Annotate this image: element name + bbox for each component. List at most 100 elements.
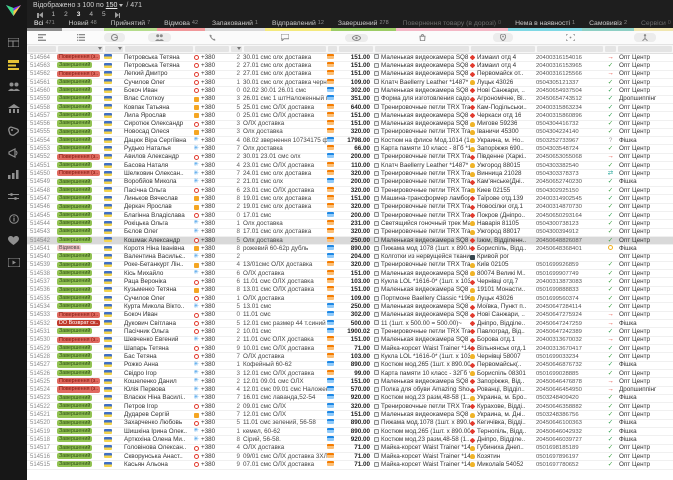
filter-qty-select[interactable]: [231, 46, 242, 52]
ttn-barcode-icon[interactable]: [536, 31, 604, 44]
source-icon: [194, 420, 199, 426]
source-icon: [194, 246, 199, 252]
status-tab[interactable]: Відмова 42: [157, 19, 206, 31]
tab-label: Повернення товару (в дорозі): [402, 20, 497, 27]
filter-check-select[interactable]: [605, 46, 616, 52]
payment-method-icon: [327, 244, 334, 250]
customers-icon[interactable]: [7, 80, 21, 93]
info-icon[interactable]: [7, 212, 21, 225]
status-tab[interactable]: Повернення товару (в дорозі) 0: [395, 19, 509, 31]
warehouse-icon[interactable]: [7, 102, 21, 115]
counter-value: 2: [236, 70, 240, 78]
page-size-dropdown[interactable]: 150: [106, 0, 118, 11]
app-logo-icon[interactable]: [5, 3, 22, 18]
product-icon: [374, 278, 379, 284]
status-badge: DO Возврат ск..: [57, 319, 101, 327]
status-tab[interactable]: Самовивіз 2: [582, 19, 634, 31]
dashboard-icon[interactable]: [7, 36, 21, 49]
customer-name: Новосад Олеся: [124, 128, 170, 136]
page-number-button[interactable]: 1: [52, 11, 56, 19]
filter-city-input[interactable]: [471, 46, 535, 52]
manager-route-icon[interactable]: [617, 31, 673, 44]
customer-name: Головінова Олексан..: [124, 444, 187, 452]
tab-count: 1: [254, 20, 258, 26]
status-tab[interactable]: Відправлений 12: [264, 19, 331, 31]
video-help-icon[interactable]: [7, 256, 21, 269]
filter-price-input[interactable]: [339, 46, 373, 52]
page-number-button[interactable]: 2: [64, 11, 68, 19]
filter-comment-input[interactable]: [244, 46, 326, 52]
carrier-icon: [470, 428, 476, 435]
comment-text: 30.01 23.01 смс олх: [243, 153, 301, 161]
payment-method-icon: [327, 394, 334, 400]
status-tab[interactable]: Прийнятий 7: [103, 19, 158, 31]
delivery-pin-icon[interactable]: [470, 31, 536, 44]
check-column: [604, 31, 617, 44]
page-number-button[interactable]: 3: [77, 11, 81, 19]
status-badge: Повернення (з..: [57, 336, 101, 343]
order-total: 109.00: [350, 78, 370, 86]
ukraine-flag-icon: [104, 145, 112, 151]
carrier-icon: [470, 320, 476, 327]
customers-icon[interactable]: [124, 31, 194, 44]
status-tab[interactable]: Всі 471: [27, 19, 62, 31]
status-tab[interactable]: Завершений 278: [330, 19, 396, 31]
marketing-icon[interactable]: [7, 146, 21, 159]
status-tab[interactable]: Запакований 1: [205, 19, 265, 31]
filter-pay-select[interactable]: [328, 46, 337, 52]
filter-country-select[interactable]: [105, 46, 123, 52]
source-globe-icon[interactable]: [103, 31, 125, 44]
product-name: Маленькая видеокамера SQ8 *..: [381, 86, 470, 94]
phone-icon[interactable]: [194, 31, 230, 44]
status-tab[interactable]: Новий 48: [61, 19, 104, 31]
orders-list-icon[interactable]: [27, 31, 57, 44]
filter-manager-select[interactable]: [618, 46, 672, 52]
ttn-number: 20450654743512: [536, 96, 582, 103]
orders-icon[interactable]: [7, 58, 21, 71]
last-page-button[interactable]: [114, 12, 121, 18]
product-name: Майка-корсет Waist Trainer *142..: [381, 452, 470, 460]
sales-icon[interactable]: [7, 124, 21, 137]
status-badge: Завершений: [57, 186, 93, 194]
product-name: Карта памяти 10 класс - 8Гб *12..: [381, 145, 470, 153]
order-total: 200.00: [350, 153, 370, 161]
order-id: 514524: [30, 387, 51, 394]
filter-id-input[interactable]: [28, 46, 56, 52]
delivery-status-icon: ✓: [607, 427, 614, 435]
status-list-icon[interactable]: [57, 31, 104, 44]
product-name: Маленькая видеокамера SQ8 *..: [381, 311, 470, 319]
status-tab[interactable]: Сервіси 0: [634, 19, 673, 31]
order-total: 151.00: [350, 336, 370, 344]
filter-ttn-input[interactable]: [537, 46, 603, 52]
support-icon[interactable]: [7, 234, 21, 247]
products-bag-icon[interactable]: [374, 31, 470, 44]
status-badge: Завершений: [57, 353, 93, 360]
status-tab[interactable]: Нема в наявності 1: [508, 19, 583, 31]
manager-name: Фішка: [619, 244, 637, 252]
first-page-button[interactable]: [37, 12, 43, 18]
settings-icon[interactable]: [7, 190, 21, 203]
payment-eye-icon[interactable]: [338, 31, 374, 44]
order-total: 151.00: [350, 377, 370, 385]
product-icon: [374, 71, 379, 77]
ukraine-flag-icon: [104, 312, 112, 318]
filter-product-input[interactable]: [375, 46, 469, 52]
filter-name-input[interactable]: [125, 46, 193, 52]
phone-number: +380: [201, 294, 216, 302]
page-number-button[interactable]: 4: [89, 11, 93, 19]
carrier-icon: [470, 88, 476, 94]
payment-method-icon: [327, 178, 334, 184]
delivery-status-icon: ✓: [607, 327, 614, 335]
order-id: 514557: [30, 112, 51, 119]
statistics-icon[interactable]: [7, 168, 21, 181]
page-number-button[interactable]: 5: [102, 11, 106, 19]
carrier-icon: [470, 403, 476, 410]
product-icon: [374, 212, 379, 218]
order-id: 514560: [30, 87, 51, 94]
comment-icon[interactable]: [243, 31, 327, 44]
payment-method-icon: [327, 303, 334, 309]
filter-status-select[interactable]: [58, 46, 103, 52]
table-row[interactable]: 514515 Завершений Касьян Альона +380 9 0…: [27, 460, 673, 470]
filter-phone-input[interactable]: [195, 46, 229, 52]
comment-text: 09.01 смс ОЛХ: [243, 402, 287, 410]
